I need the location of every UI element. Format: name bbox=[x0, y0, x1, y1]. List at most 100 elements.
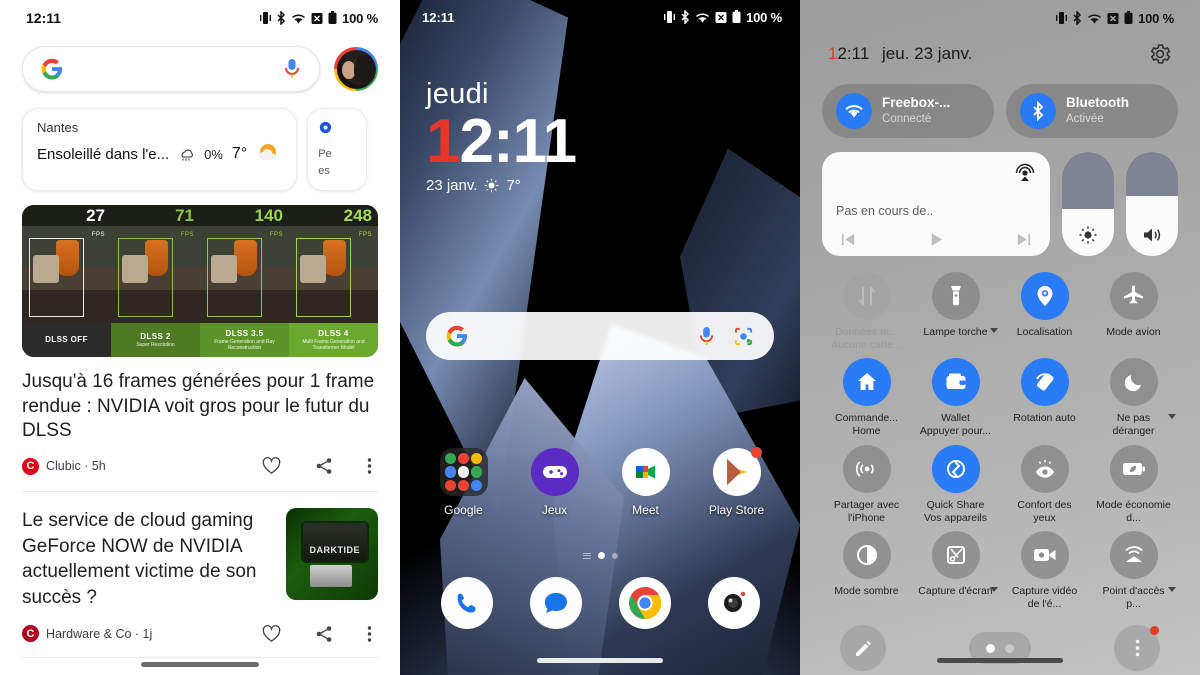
notification-dot bbox=[1150, 626, 1159, 635]
dock-chrome[interactable] bbox=[618, 577, 671, 629]
share-icon[interactable] bbox=[315, 457, 333, 475]
article-2[interactable]: Le service de cloud gaming GeForce NOW d… bbox=[0, 492, 400, 611]
dlss-crop-box bbox=[296, 238, 352, 318]
tile-label-sub: Vos appareils bbox=[923, 511, 988, 524]
dock-phone[interactable] bbox=[440, 577, 493, 629]
rain-icon bbox=[181, 149, 194, 161]
tile-quick-share[interactable]: Quick Share Vos appareils bbox=[911, 444, 1000, 525]
more-vertical-icon bbox=[1135, 639, 1139, 657]
avatar[interactable] bbox=[334, 47, 378, 91]
lock-clock-widget[interactable]: jeudi 12:11 23 janv. 7° bbox=[400, 34, 800, 194]
clock-time-rest: 2:11 bbox=[459, 107, 577, 176]
screenshot-stage: 12:11 100 % Nantes Ensoleillé dans l'e..… bbox=[0, 0, 1200, 675]
battery-icon bbox=[732, 10, 741, 23]
article-1-meta: C Clubic · 5h bbox=[22, 457, 378, 475]
qs-clock[interactable]: 12:11 jeu. 23 janv. bbox=[828, 44, 972, 64]
home-indicator[interactable] bbox=[400, 658, 800, 663]
dock-camera[interactable] bbox=[707, 577, 760, 629]
google-lens-icon[interactable] bbox=[733, 326, 754, 347]
chevron-down-icon[interactable] bbox=[1168, 586, 1176, 592]
tile-label: Capture d'écran bbox=[918, 584, 993, 597]
home-icon bbox=[842, 358, 891, 407]
connectivity-toggles: Freebox-... Connecté Bluetooth Activée bbox=[822, 84, 1178, 138]
cast-icon[interactable] bbox=[1014, 163, 1036, 190]
tile-screen-record[interactable]: Capture vidéo de l'é... bbox=[1000, 530, 1089, 611]
qs-more-button[interactable] bbox=[1114, 625, 1160, 671]
home-indicator[interactable] bbox=[800, 658, 1200, 663]
tile-flashlight[interactable]: Lampe torche bbox=[911, 272, 1000, 352]
google-g-icon bbox=[446, 325, 468, 347]
tile-label-sub: Appuyer pour... bbox=[919, 425, 992, 438]
wifi-icon bbox=[1088, 13, 1102, 23]
app-play-store[interactable]: Play Store bbox=[700, 447, 774, 517]
home-indicator[interactable] bbox=[0, 662, 400, 667]
dock-messages[interactable] bbox=[529, 577, 582, 629]
chevron-down-icon[interactable] bbox=[990, 328, 998, 333]
status-bar: 100 % bbox=[822, 0, 1178, 36]
tile-location[interactable]: Localisation bbox=[1000, 272, 1089, 352]
screenshot-icon bbox=[931, 530, 980, 579]
app-google-folder[interactable]: Google bbox=[427, 448, 501, 517]
side-widget-card[interactable]: Pe es bbox=[307, 108, 368, 191]
toggle-subtitle: Connecté bbox=[882, 112, 932, 125]
tile-eye-comfort[interactable]: Confort des yeux bbox=[1000, 444, 1089, 525]
media-player-card[interactable]: Pas en cours de.. bbox=[822, 152, 1050, 256]
clock-temperature: 7° bbox=[506, 177, 521, 195]
tile-wallet[interactable]: Wallet Appuyer pour... bbox=[911, 358, 1000, 438]
edit-tiles-button[interactable] bbox=[840, 625, 886, 671]
source-text: Hardware & Co · 1j bbox=[46, 626, 153, 641]
tile-screenshot[interactable]: Capture d'écran bbox=[911, 530, 1000, 611]
clock-date: 23 janv. bbox=[426, 177, 478, 195]
play-store-icon bbox=[712, 447, 762, 496]
tile-airplane-mode[interactable]: Mode avion bbox=[1089, 272, 1178, 352]
fps-unit: FPS bbox=[91, 232, 105, 238]
app-jeux[interactable]: Jeux bbox=[518, 448, 592, 517]
tile-auto-rotate[interactable]: Rotation auto bbox=[1000, 358, 1089, 438]
article-2-title[interactable]: Le service de cloud gaming GeForce NOW d… bbox=[22, 508, 272, 611]
toggle-bluetooth[interactable]: Bluetooth Activée bbox=[1006, 84, 1178, 138]
toggle-wifi[interactable]: Freebox-... Connecté bbox=[822, 84, 994, 138]
panel-home-discover: 12:11 100 % Nantes Ensoleillé dans l'e..… bbox=[0, 0, 400, 675]
notification-dot bbox=[750, 447, 762, 458]
brightness-slider[interactable] bbox=[1062, 152, 1114, 256]
fps-unit: FPS bbox=[269, 232, 283, 238]
heart-icon[interactable] bbox=[262, 624, 281, 643]
tile-hotspot[interactable]: Point d'accès p... bbox=[1089, 530, 1178, 611]
more-vertical-icon[interactable] bbox=[367, 457, 372, 475]
fps-unit: FPS bbox=[358, 232, 372, 238]
next-icon[interactable] bbox=[1015, 231, 1032, 248]
chevron-down-icon[interactable] bbox=[990, 586, 998, 592]
page-indicator[interactable] bbox=[400, 552, 800, 559]
tile-mobile-data[interactable]: Données m... Aucune carte... bbox=[822, 272, 911, 352]
chevron-down-icon[interactable] bbox=[1168, 414, 1176, 420]
heart-icon[interactable] bbox=[262, 457, 281, 475]
gamepad-icon bbox=[530, 448, 579, 496]
tile-share-with-iphone[interactable]: Partager avec l'iPhone bbox=[822, 444, 911, 525]
tile-battery-saver[interactable]: Mode économie d... bbox=[1089, 444, 1178, 525]
widget-cards: Nantes Ensoleillé dans l'e... 0% 7° Pe e… bbox=[0, 92, 400, 191]
weather-card[interactable]: Nantes Ensoleillé dans l'e... 0% 7° bbox=[22, 108, 298, 191]
play-icon[interactable] bbox=[928, 231, 945, 248]
app-meet[interactable]: Meet bbox=[609, 448, 683, 517]
tile-label: Mode sombre bbox=[834, 584, 899, 597]
home-search-bar[interactable] bbox=[426, 312, 774, 360]
app-grid: Google Jeux Meet Play Store bbox=[400, 447, 800, 517]
search-row bbox=[0, 36, 400, 92]
share-icon[interactable] bbox=[315, 625, 333, 643]
google-search-bar[interactable] bbox=[22, 46, 320, 92]
microphone-icon[interactable] bbox=[698, 325, 715, 348]
tile-dark-mode[interactable]: Mode sombre bbox=[822, 530, 911, 611]
article-1-title[interactable]: Jusqu'à 16 frames générées pour 1 frame … bbox=[22, 370, 378, 444]
mobile-data-icon bbox=[842, 272, 891, 320]
tile-do-not-disturb[interactable]: Ne pas déranger bbox=[1089, 358, 1178, 438]
gear-icon[interactable] bbox=[1148, 42, 1172, 66]
volume-slider[interactable] bbox=[1126, 152, 1178, 256]
quick-share-icon bbox=[931, 444, 980, 493]
article-1[interactable]: 27 FPS DLSS OFF 71 FPS DLSS 2 Super Reso… bbox=[0, 205, 400, 475]
tile-home-controls[interactable]: Commande... Home bbox=[822, 358, 911, 438]
qs-date: jeu. 23 janv. bbox=[882, 44, 973, 63]
previous-icon[interactable] bbox=[840, 231, 857, 248]
microphone-icon[interactable] bbox=[283, 57, 301, 81]
more-vertical-icon[interactable] bbox=[367, 625, 372, 643]
page-dot-active bbox=[597, 552, 605, 559]
